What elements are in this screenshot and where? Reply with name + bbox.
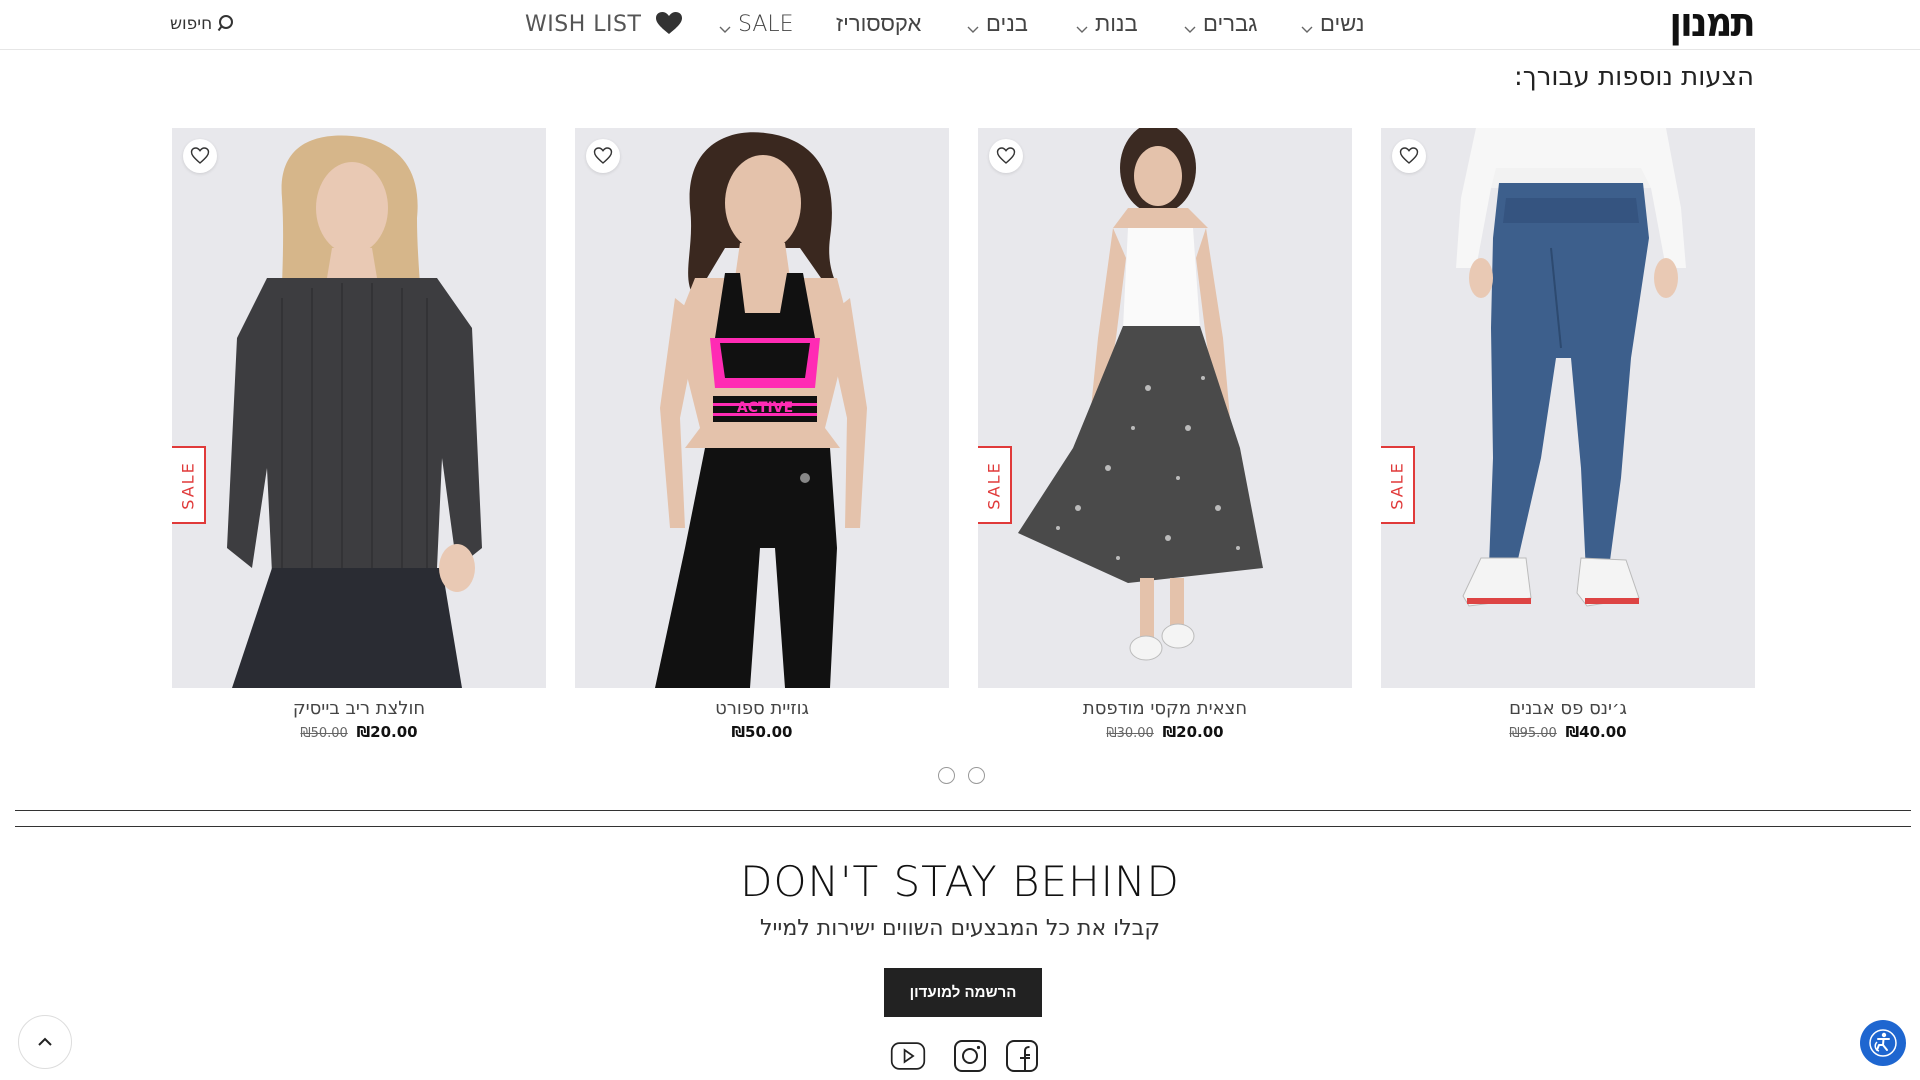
sale-badge: SALE [978, 446, 1012, 524]
product-name[interactable]: חצאית מקסי מודפסת [978, 698, 1352, 719]
heart-icon [655, 10, 683, 38]
main-nav: נשים גברים בנות בנים אקססוריז SALE [0, 6, 1920, 42]
product-card[interactable]: SALE ג׳ינס פס אבנים ₪40.00 ₪95.00 [1381, 128, 1755, 741]
join-club-button[interactable]: הרשמה למועדון [884, 968, 1042, 1017]
product-price: ₪20.00 [356, 723, 418, 741]
product-price: ₪20.00 [1162, 723, 1224, 741]
nav-item-men[interactable]: גברים [1183, 6, 1257, 42]
product-old-price: ₪30.00 [1106, 726, 1154, 741]
instagram-icon[interactable] [952, 1038, 988, 1074]
product-card[interactable]: ACTIVE גוזיית ספורט ₪50.00 [575, 128, 949, 741]
chevron-down-icon [1300, 17, 1314, 33]
product-image[interactable]: SALE [1381, 128, 1755, 688]
youtube-icon[interactable] [890, 1038, 932, 1074]
favorite-button[interactable] [989, 139, 1023, 173]
newsletter-subtitle: קבלו את כל המבצעים השווים ישירות למייל [759, 916, 1161, 941]
heart-outline-icon [1399, 147, 1419, 164]
nav-item-sale[interactable]: SALE [718, 6, 794, 42]
accessibility-button[interactable] [1860, 1020, 1906, 1066]
wishlist-label: WISH LIST [525, 11, 642, 37]
product-old-price: ₪50.00 [300, 726, 348, 741]
product-name[interactable]: חולצת ריב בייסיק [172, 698, 546, 719]
product-old-price: ₪95.00 [1509, 726, 1557, 741]
heart-outline-icon [593, 147, 613, 164]
nav-item-label: בנים [986, 12, 1028, 37]
search-button[interactable]: חיפוש [170, 6, 237, 42]
scroll-to-top-button[interactable] [18, 1015, 72, 1069]
chevron-down-icon [718, 17, 732, 33]
chevron-up-icon [38, 1037, 52, 1046]
product-prices: ₪50.00 [575, 723, 949, 741]
sale-badge: SALE [172, 446, 206, 524]
product-card[interactable]: SALE חולצת ריב בייסיק ₪20.00 ₪50.00 [172, 128, 546, 741]
model-photo [172, 128, 546, 688]
favorite-button[interactable] [1392, 139, 1426, 173]
favorite-button[interactable] [586, 139, 620, 173]
wishlist-link[interactable]: WISH LIST [525, 6, 683, 42]
product-print-text: ACTIVE [737, 400, 793, 416]
carousel-dot[interactable] [938, 767, 955, 784]
nav-item-label: גברים [1203, 12, 1258, 37]
search-icon [217, 14, 237, 34]
product-name[interactable]: גוזיית ספורט [575, 698, 949, 719]
divider [15, 826, 1911, 827]
chevron-down-icon [1183, 17, 1197, 33]
site-header: תמנון נשים גברים בנות בנים אקססוריז SALE… [0, 0, 1920, 50]
facebook-icon[interactable] [1004, 1038, 1040, 1074]
product-prices: ₪40.00 ₪95.00 [1381, 723, 1755, 741]
nav-item-girls[interactable]: בנות [1075, 6, 1138, 42]
search-label: חיפוש [170, 14, 213, 34]
model-photo: ACTIVE [575, 128, 949, 688]
carousel-dot[interactable] [968, 767, 985, 784]
nav-item-women[interactable]: נשים [1300, 6, 1364, 42]
nav-item-label: בנות [1095, 12, 1138, 37]
product-image[interactable]: ACTIVE [575, 128, 949, 688]
product-prices: ₪20.00 ₪30.00 [978, 723, 1352, 741]
nav-item-label: נשים [1320, 12, 1365, 37]
nav-item-boys[interactable]: בנים [966, 6, 1028, 42]
sale-badge: SALE [1381, 446, 1415, 524]
product-card[interactable]: SALE חצאית מקסי מודפסת ₪20.00 ₪30.00 [978, 128, 1352, 741]
nav-item-label: אקססוריז [836, 12, 922, 37]
chevron-down-icon [1075, 17, 1089, 33]
accessibility-icon [1869, 1029, 1897, 1057]
model-photo [978, 128, 1352, 688]
chevron-down-icon [966, 17, 980, 33]
nav-item-label: SALE [738, 11, 794, 37]
nav-item-accessories[interactable]: אקססוריז [836, 6, 921, 42]
heart-outline-icon [996, 147, 1016, 164]
heart-outline-icon [190, 147, 210, 164]
divider [15, 810, 1911, 811]
favorite-button[interactable] [183, 139, 217, 173]
product-image[interactable]: SALE [172, 128, 546, 688]
product-price: ₪40.00 [1565, 723, 1627, 741]
newsletter-title: DON'T STAY BEHIND [740, 857, 1180, 906]
section-title: הצעות נוספות עבורך: [1514, 62, 1754, 92]
product-prices: ₪20.00 ₪50.00 [172, 723, 546, 741]
model-photo [1381, 128, 1755, 688]
product-price: ₪50.00 [731, 723, 793, 741]
carousel-pagination [938, 767, 985, 784]
product-name[interactable]: ג׳ינס פס אבנים [1381, 698, 1755, 719]
product-image[interactable]: SALE [978, 128, 1352, 688]
